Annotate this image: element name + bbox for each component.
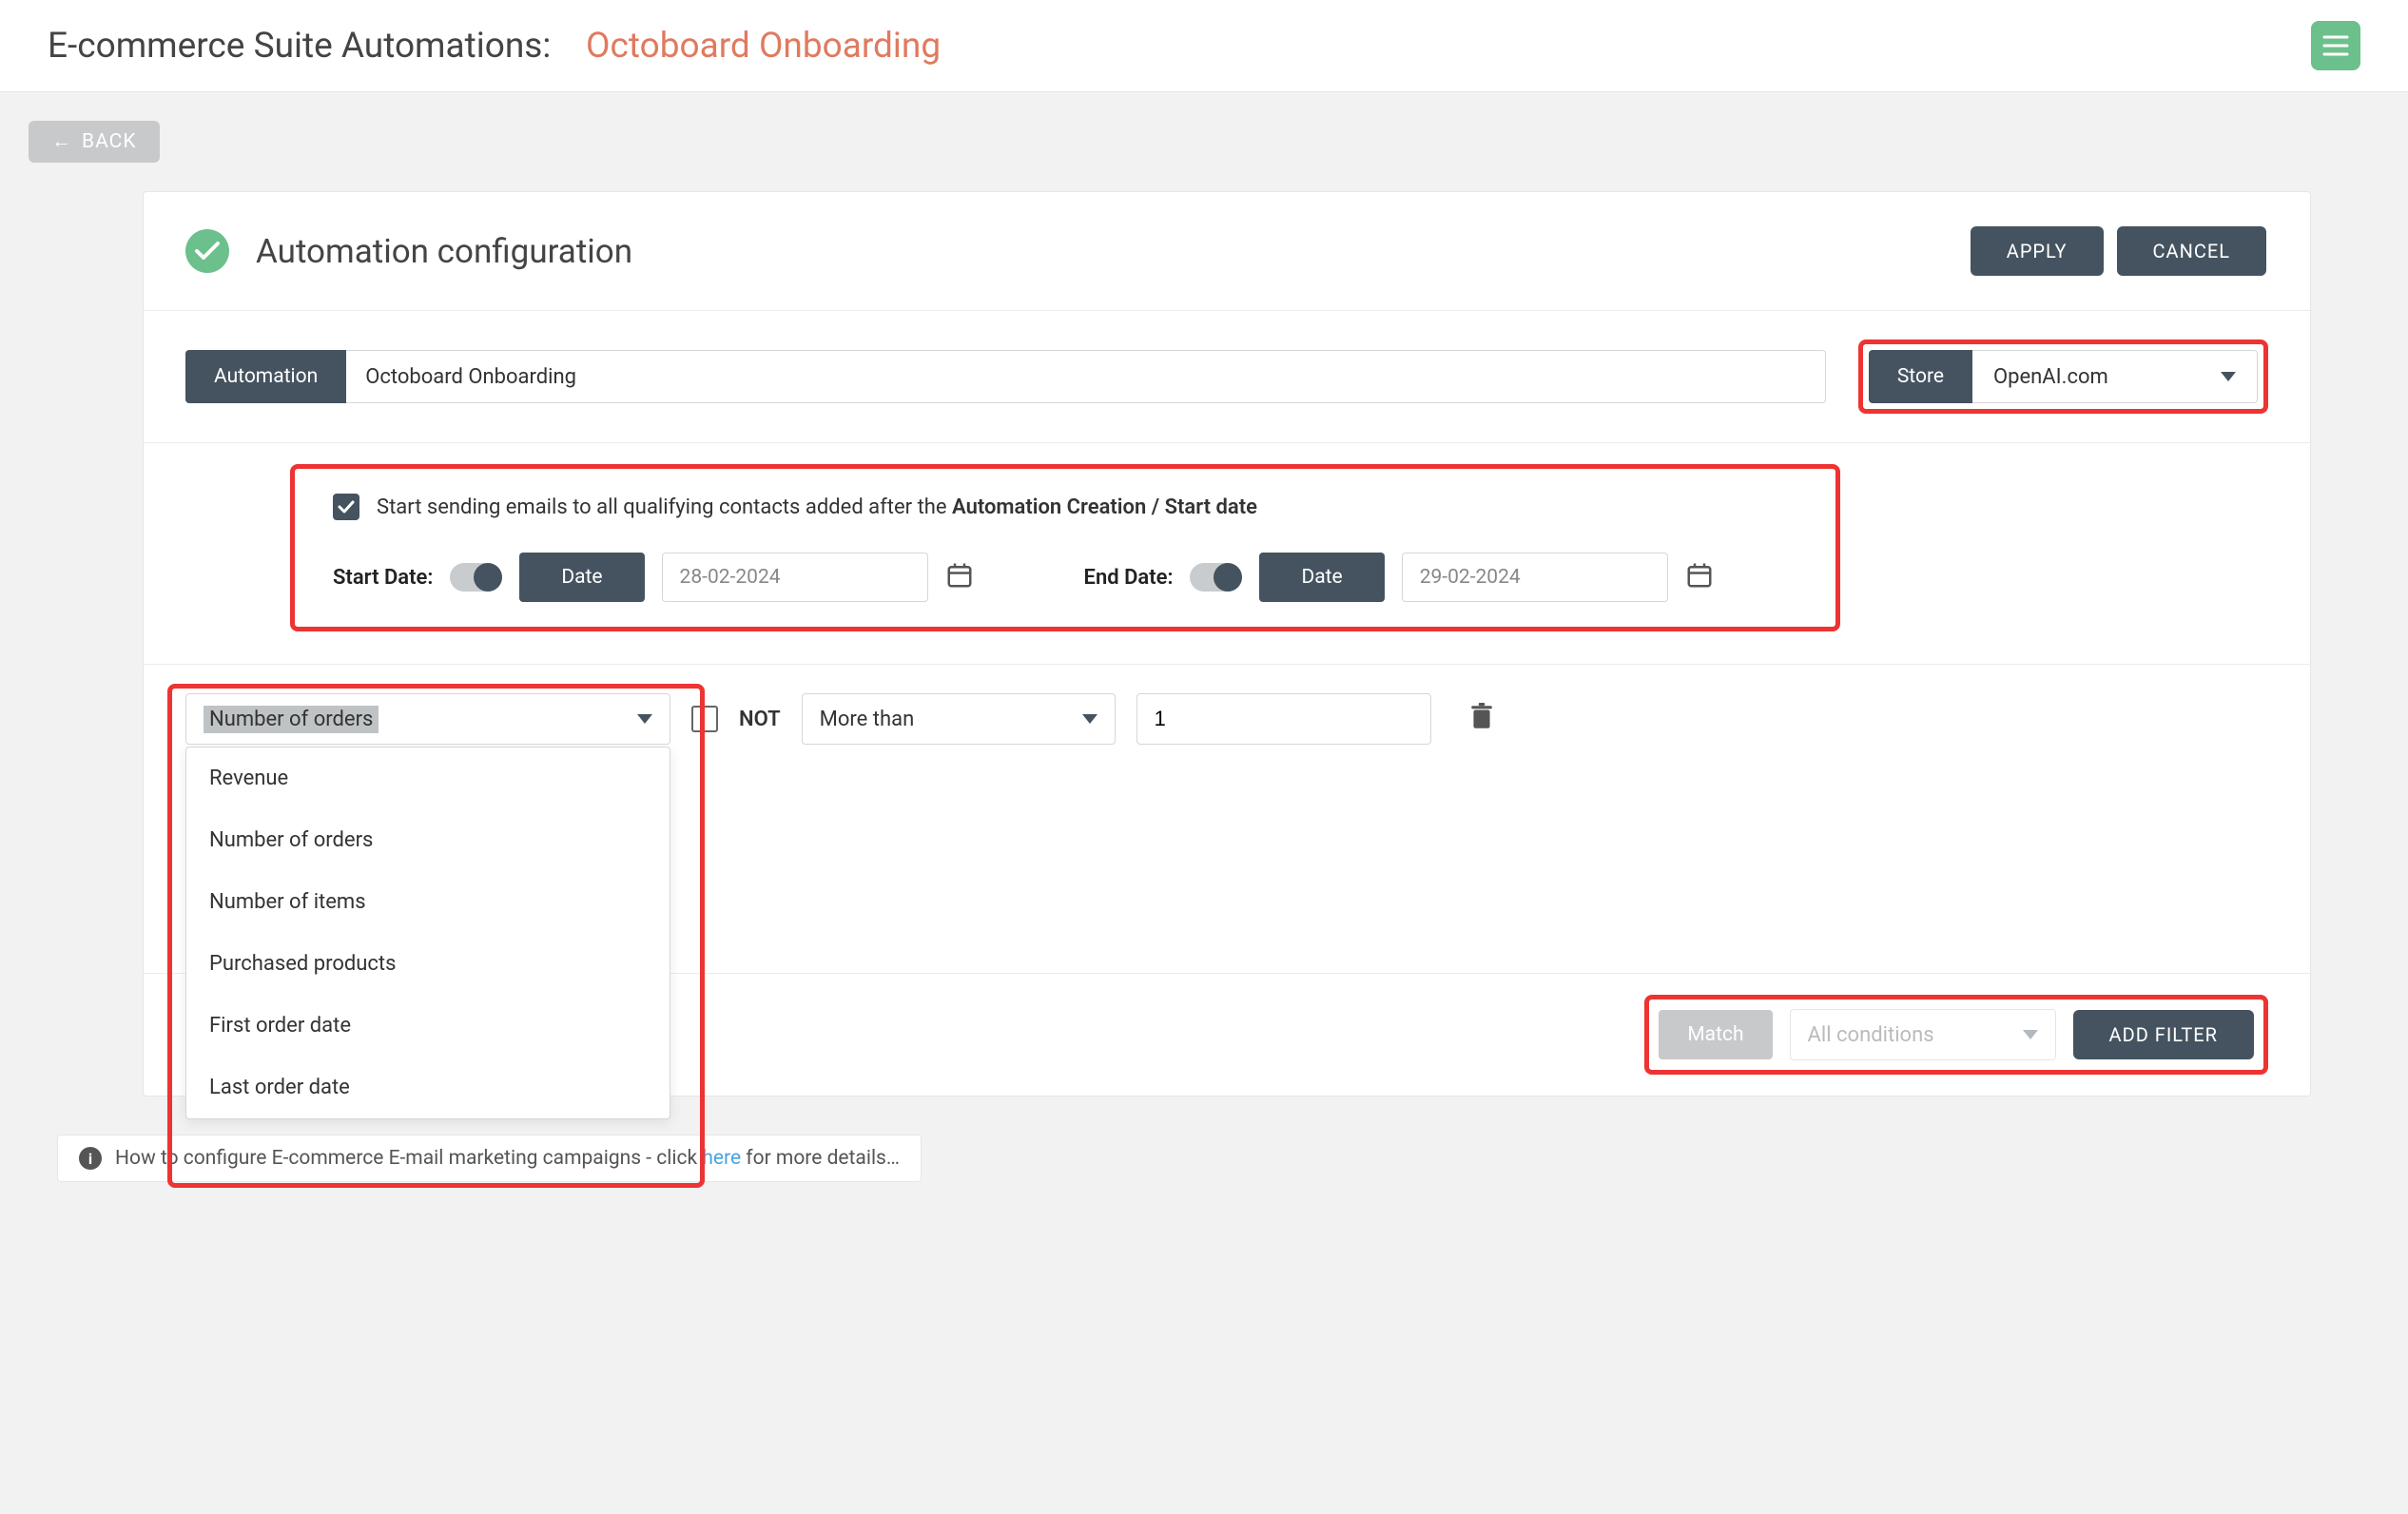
- top-bar: E-commerce Suite Automations: Octoboard …: [0, 0, 2408, 92]
- chevron-down-icon: [637, 714, 652, 724]
- check-badge: [185, 229, 229, 273]
- not-checkbox[interactable]: [691, 706, 718, 732]
- end-date-label: End Date:: [1084, 566, 1174, 590]
- automation-name-input[interactable]: Octoboard Onboarding: [346, 350, 1826, 403]
- store-selected: OpenAI.com: [1993, 365, 2108, 389]
- store-select[interactable]: OpenAI.com: [1972, 350, 2258, 403]
- arrow-left-icon: ←: [51, 130, 72, 153]
- not-label: NOT: [739, 708, 781, 731]
- start-date-label: Start Date:: [333, 566, 433, 590]
- delete-filter-button[interactable]: [1469, 703, 1494, 735]
- card-title: Automation configuration: [256, 232, 632, 271]
- end-date-input[interactable]: 29-02-2024: [1402, 553, 1668, 602]
- chevron-down-icon: [2023, 1030, 2038, 1039]
- start-date-input[interactable]: 28-02-2024: [662, 553, 928, 602]
- match-highlight: Match All conditions ADD FILTER: [1644, 995, 2268, 1075]
- store-label: Store: [1869, 350, 1972, 403]
- auto-send-checkbox[interactable]: [333, 494, 359, 520]
- info-tip: i How to configure E-commerce E-mail mar…: [57, 1135, 922, 1182]
- operator-value: More than: [820, 708, 915, 731]
- value-input[interactable]: [1136, 693, 1431, 745]
- add-filter-button[interactable]: ADD FILTER: [2073, 1010, 2254, 1059]
- metric-option[interactable]: Purchased products: [186, 933, 670, 995]
- config-card: Automation configuration APPLY CANCEL Au…: [143, 191, 2311, 1097]
- end-date-badge: Date: [1259, 553, 1384, 602]
- operator-select[interactable]: More than: [802, 693, 1116, 745]
- filter-area: Number of orders NOT More than: [144, 664, 2310, 973]
- name-store-row: Automation Octoboard Onboarding Store Op…: [144, 311, 2310, 443]
- back-label: BACK: [82, 130, 137, 153]
- auto-send-label: Start sending emails to all qualifying c…: [377, 495, 1257, 519]
- automation-label: Automation: [185, 350, 346, 403]
- page-title: E-commerce Suite Automations: Octoboard …: [48, 26, 941, 67]
- metric-option[interactable]: Revenue: [186, 747, 670, 809]
- checkmark-icon: [338, 500, 355, 514]
- calendar-icon[interactable]: [945, 561, 974, 593]
- store-highlight: Store OpenAI.com: [1858, 340, 2268, 414]
- metric-option[interactable]: Number of orders: [186, 809, 670, 871]
- metric-selected: Number of orders: [204, 706, 379, 733]
- chevron-down-icon: [1082, 714, 1097, 724]
- metric-option[interactable]: First order date: [186, 995, 670, 1057]
- calendar-icon[interactable]: [1685, 561, 1714, 593]
- check-icon: [194, 241, 221, 262]
- dates-highlight: Start sending emails to all qualifying c…: [290, 464, 1840, 631]
- metric-option[interactable]: Number of items: [186, 871, 670, 933]
- metric-select[interactable]: Number of orders: [185, 693, 670, 745]
- title-prefix: E-commerce Suite Automations:: [48, 26, 551, 67]
- back-button[interactable]: ← BACK: [29, 121, 160, 163]
- metric-option[interactable]: Last order date: [186, 1057, 670, 1118]
- metric-dropdown: Revenue Number of orders Number of items…: [185, 747, 670, 1119]
- trash-icon: [1469, 703, 1494, 731]
- start-date-toggle[interactable]: [450, 563, 502, 592]
- start-date-badge: Date: [519, 553, 644, 602]
- automation-name: Octoboard Onboarding: [586, 26, 941, 67]
- end-date-toggle[interactable]: [1190, 563, 1242, 592]
- card-header: Automation configuration APPLY CANCEL: [144, 192, 2310, 311]
- chevron-down-icon: [2221, 372, 2236, 381]
- match-mode-value: All conditions: [1808, 1023, 1934, 1047]
- match-label: Match: [1659, 1010, 1772, 1059]
- apply-button[interactable]: APPLY: [1971, 226, 2104, 276]
- info-link[interactable]: here: [702, 1147, 741, 1170]
- cancel-button[interactable]: CANCEL: [2117, 226, 2267, 276]
- info-icon: i: [79, 1147, 102, 1170]
- hamburger-icon: [2322, 35, 2349, 56]
- match-mode-select[interactable]: All conditions: [1790, 1009, 2056, 1060]
- menu-button[interactable]: [2311, 21, 2360, 70]
